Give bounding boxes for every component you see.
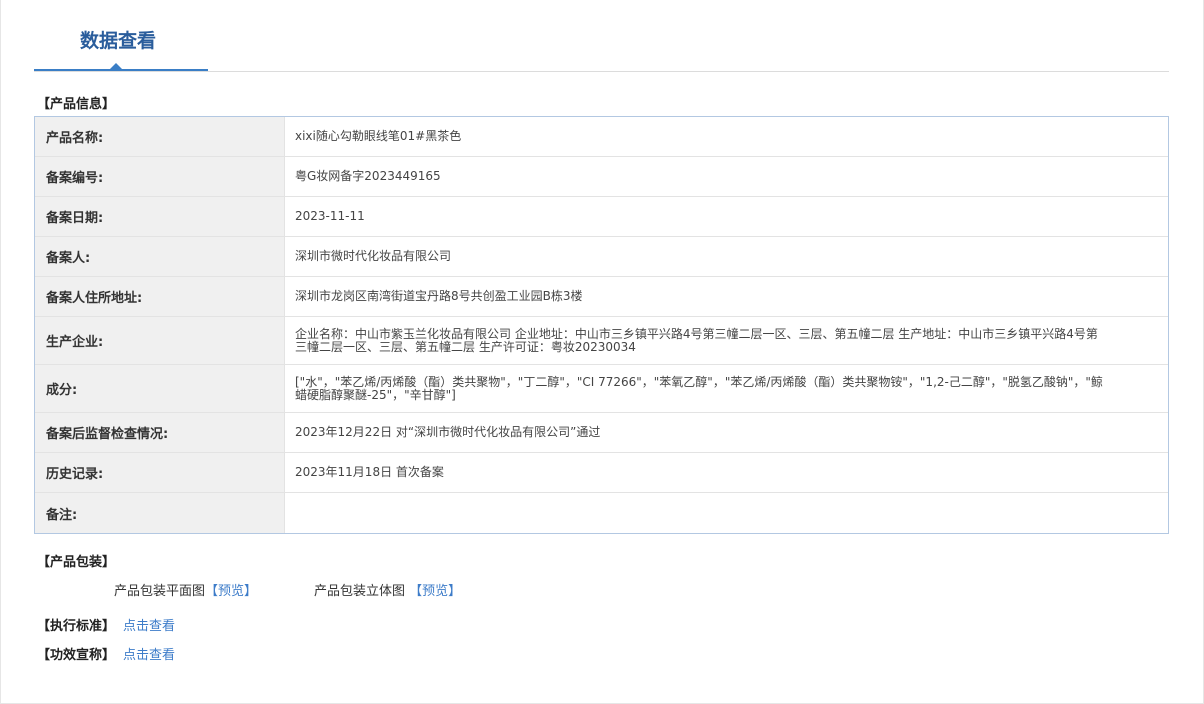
row-value: 粤G妆网备字2023449165 xyxy=(295,169,441,183)
packaging-flat: 产品包装平面图【预览】 xyxy=(114,583,257,601)
page-header: 数据查看 xyxy=(34,0,1169,72)
tab-title: 数据查看 xyxy=(80,30,157,52)
row-value: 2023-11-11 xyxy=(295,209,365,223)
table-row: 产品名称: xixi随心勾勒眼线笔01#黑茶色 xyxy=(35,117,1168,157)
table-row: 生产企业: 企业名称：中山市紫玉兰化妆品有限公司 企业地址：中山市三乡镇平兴路4… xyxy=(35,317,1168,365)
row-label: 成分: xyxy=(35,365,285,412)
row-value: 企业名称：中山市紫玉兰化妆品有限公司 企业地址：中山市三乡镇平兴路4号第三幢二层… xyxy=(295,326,1098,354)
row-label: 备案编号: xyxy=(35,157,285,196)
execution-standard-row: 【执行标准】 点击查看 xyxy=(37,618,175,636)
row-label: 产品名称: xyxy=(35,117,285,156)
row-value: 深圳市微时代化妆品有限公司 xyxy=(295,249,452,263)
tab-data-view[interactable]: 数据查看 xyxy=(34,0,208,71)
packaging-solid: 产品包装立体图 【预览】 xyxy=(314,583,461,601)
packaging-solid-label: 产品包装立体图 xyxy=(314,584,406,599)
packaging-flat-label: 产品包装平面图 xyxy=(114,584,206,599)
row-value: 2023年12月22日 对“深圳市微时代化妆品有限公司”通过 xyxy=(295,425,601,439)
efficacy-claim-row: 【功效宣称】 点击查看 xyxy=(37,647,175,665)
packaging-solid-preview-link[interactable]: 【预览】 xyxy=(409,584,461,599)
row-value: ["水"，"苯乙烯/丙烯酸（酯）类共聚物"，"丁二醇"，"CI 77266"，"… xyxy=(295,374,1103,402)
product-info-table: 产品名称: xixi随心勾勒眼线笔01#黑茶色 备案编号: 粤G妆网备字2023… xyxy=(34,116,1169,534)
table-row: 历史记录: 2023年11月18日 首次备案 xyxy=(35,453,1168,493)
efficacy-claim-link[interactable]: 点击查看 xyxy=(123,648,175,663)
table-row: 备案后监督检查情况: 2023年12月22日 对“深圳市微时代化妆品有限公司”通… xyxy=(35,413,1168,453)
row-label: 生产企业: xyxy=(35,317,285,364)
table-row: 备案人住所地址: 深圳市龙岗区南湾街道宝丹路8号共创盈工业园B栋3楼 xyxy=(35,277,1168,317)
tab-active-caret-icon xyxy=(110,63,122,69)
table-row: 备注: xyxy=(35,493,1168,533)
row-value: 2023年11月18日 首次备案 xyxy=(295,465,444,479)
table-row: 成分: ["水"，"苯乙烯/丙烯酸（酯）类共聚物"，"丁二醇"，"CI 7726… xyxy=(35,365,1168,413)
row-label: 备案人住所地址: xyxy=(35,277,285,316)
row-label: 备案日期: xyxy=(35,197,285,236)
row-label: 备案人: xyxy=(35,237,285,276)
row-value: xixi随心勾勒眼线笔01#黑茶色 xyxy=(295,129,462,143)
row-value: 深圳市龙岗区南湾街道宝丹路8号共创盈工业园B栋3楼 xyxy=(295,289,583,303)
section-title-execution-standard: 【执行标准】 xyxy=(37,619,116,634)
row-value xyxy=(285,493,1168,533)
table-row: 备案编号: 粤G妆网备字2023449165 xyxy=(35,157,1168,197)
row-label: 备注: xyxy=(35,493,285,533)
table-row: 备案日期: 2023-11-11 xyxy=(35,197,1168,237)
section-title-efficacy-claim: 【功效宣称】 xyxy=(37,648,116,663)
packaging-flat-preview-link[interactable]: 【预览】 xyxy=(205,584,257,599)
row-label: 历史记录: xyxy=(35,453,285,492)
execution-standard-link[interactable]: 点击查看 xyxy=(123,619,175,634)
section-title-product-info: 【产品信息】 xyxy=(37,97,116,112)
section-title-product-packaging: 【产品包装】 xyxy=(37,555,116,570)
row-label: 备案后监督检查情况: xyxy=(35,413,285,452)
table-row: 备案人: 深圳市微时代化妆品有限公司 xyxy=(35,237,1168,277)
